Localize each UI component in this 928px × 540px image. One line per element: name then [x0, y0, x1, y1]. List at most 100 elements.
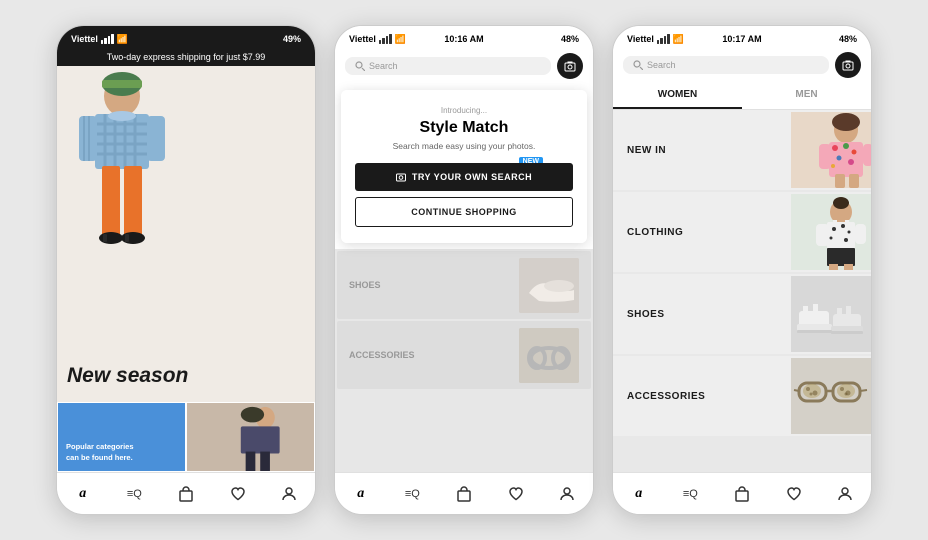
wifi-icon-3: 📶	[673, 34, 684, 45]
hero-section: New season	[57, 66, 315, 402]
hero-text: New season	[67, 364, 188, 388]
signal-bars-3	[657, 34, 670, 44]
clothing-figure	[791, 194, 871, 270]
try-search-button[interactable]: TRY YOUR OWN SEARCH	[355, 163, 573, 191]
cat-row-clothing[interactable]: CLOTHING	[613, 192, 871, 272]
cat-row-new-in[interactable]: NEW IN	[613, 110, 871, 190]
cat-item-model[interactable]	[186, 402, 315, 472]
nav-profile-3[interactable]	[830, 479, 860, 509]
acc-figure	[519, 328, 579, 383]
nav-search-3[interactable]: ≡Q	[675, 479, 705, 509]
search-icon-3	[633, 60, 643, 70]
search-placeholder-2: Search	[369, 61, 398, 71]
shoes-thumb	[519, 258, 579, 313]
status-right-3: 48%	[839, 34, 857, 44]
nav-profile-1[interactable]	[274, 479, 304, 509]
search-icon-2	[355, 61, 365, 71]
modal-desc: Search made easy using your photos.	[355, 141, 573, 151]
phone-1: Viettel 📶 10:16 AM 49% Two-day express s…	[56, 25, 316, 515]
nav-wishlist-1[interactable]	[223, 479, 253, 509]
phone3-content: Search WOMEN MEN NEW IN	[613, 48, 871, 472]
status-left-1: Viettel 📶	[71, 34, 128, 45]
nav-wishlist-3[interactable]	[779, 479, 809, 509]
tabs-row: WOMEN MEN	[613, 82, 871, 110]
new-in-thumb	[791, 112, 871, 188]
try-label: TRY YOUR OWN SEARCH	[412, 172, 532, 182]
camera-button-2[interactable]	[557, 53, 583, 79]
nav-profile-2[interactable]	[552, 479, 582, 509]
nav-bag-2[interactable]	[449, 479, 479, 509]
time-3: 10:17 AM	[722, 34, 761, 44]
nav-home-2[interactable]: a	[346, 479, 376, 509]
hero-figure	[57, 66, 187, 266]
cat-popular-label: Popular categoriescan be found here.	[66, 442, 134, 463]
cat-row-accessories[interactable]: ACCESSORIES	[613, 356, 871, 436]
time-2: 10:16 AM	[444, 34, 483, 44]
phone1-content: Two-day express shipping for just $7.99	[57, 48, 315, 472]
clothing-thumb	[791, 194, 871, 270]
continue-shopping-button[interactable]: CONTINUE SHOPPING	[355, 197, 573, 227]
camera-icon-2	[564, 60, 576, 72]
camera-button-3[interactable]	[835, 52, 861, 78]
modal-title: Style Match	[355, 119, 573, 137]
search-input-3[interactable]: Search	[623, 56, 829, 74]
carrier-2: Viettel	[349, 34, 376, 44]
wifi-icon-1: 📶	[117, 34, 128, 45]
blurred-list: SHOES ACCESSORIES	[335, 249, 593, 472]
blurred-acc-label: ACCESSORIES	[349, 350, 519, 360]
battery-2: 48%	[561, 34, 579, 44]
nav-home-3[interactable]: a	[624, 479, 654, 509]
status-bar-3: Viettel 📶 10:17 AM 48%	[613, 26, 871, 48]
nav-search-2[interactable]: ≡Q	[397, 479, 427, 509]
accessories-thumb	[791, 358, 871, 434]
nav-wishlist-2[interactable]	[501, 479, 531, 509]
camera-icon-modal	[396, 172, 406, 182]
phone-3: Viettel 📶 10:17 AM 48% Search	[612, 25, 872, 515]
shoes-figure	[519, 258, 579, 313]
categories-row: Popular categoriescan be found here.	[57, 402, 315, 472]
cat-row-shoes[interactable]: SHOES	[613, 274, 871, 354]
nav-home-1[interactable]: a	[68, 479, 98, 509]
search-input-2[interactable]: Search	[345, 57, 551, 75]
nav-bag-3[interactable]	[727, 479, 757, 509]
modal-intro: Introducing...	[355, 106, 573, 115]
camera-icon-3	[842, 59, 854, 71]
status-bar-2: Viettel 📶 10:16 AM 48%	[335, 26, 593, 48]
blurred-row-shoes: SHOES	[337, 251, 591, 319]
status-bar-1: Viettel 📶 10:16 AM 49%	[57, 26, 315, 48]
nav-bar-1: a ≡Q	[57, 472, 315, 514]
acc-thumb	[519, 328, 579, 383]
battery-1: 49%	[283, 34, 301, 44]
blurred-shoes-label: SHOES	[349, 280, 519, 290]
tab-women[interactable]: WOMEN	[613, 82, 742, 109]
cat-item-popular[interactable]: Popular categoriescan be found here.	[57, 402, 186, 472]
continue-label: CONTINUE SHOPPING	[411, 207, 517, 217]
battery-3: 48%	[839, 34, 857, 44]
phones-container: Viettel 📶 10:16 AM 49% Two-day express s…	[36, 5, 892, 535]
shoes-thumb-3	[791, 276, 871, 352]
search-bar-3: Search	[613, 48, 871, 82]
shoes-figure-3	[791, 276, 871, 352]
nav-bag-1[interactable]	[171, 479, 201, 509]
hero-title: New season	[67, 364, 188, 387]
try-btn-container: NEW TRY YOUR OWN SEARCH	[355, 163, 573, 191]
carrier-3: Viettel	[627, 34, 654, 44]
carrier-1: Viettel	[71, 34, 98, 44]
search-bar-2: Search	[335, 48, 593, 84]
accessories-figure	[791, 358, 871, 434]
status-right-1: 49%	[283, 34, 301, 44]
category-list: NEW IN	[613, 110, 871, 472]
signal-bars-1	[101, 34, 114, 44]
wifi-icon-2: 📶	[395, 34, 406, 45]
search-placeholder-3: Search	[647, 60, 676, 70]
new-in-figure	[791, 112, 871, 188]
style-match-modal: Introducing... Style Match Search made e…	[341, 90, 587, 243]
status-left-2: Viettel 📶	[349, 34, 406, 45]
cat-model-figure	[187, 403, 314, 471]
blurred-row-accessories: ACCESSORIES	[337, 321, 591, 389]
status-left-3: Viettel 📶	[627, 34, 684, 45]
nav-bar-2: a ≡Q	[335, 472, 593, 514]
promo-banner: Two-day express shipping for just $7.99	[57, 48, 315, 66]
tab-men[interactable]: MEN	[742, 82, 871, 109]
nav-search-1[interactable]: ≡Q	[119, 479, 149, 509]
